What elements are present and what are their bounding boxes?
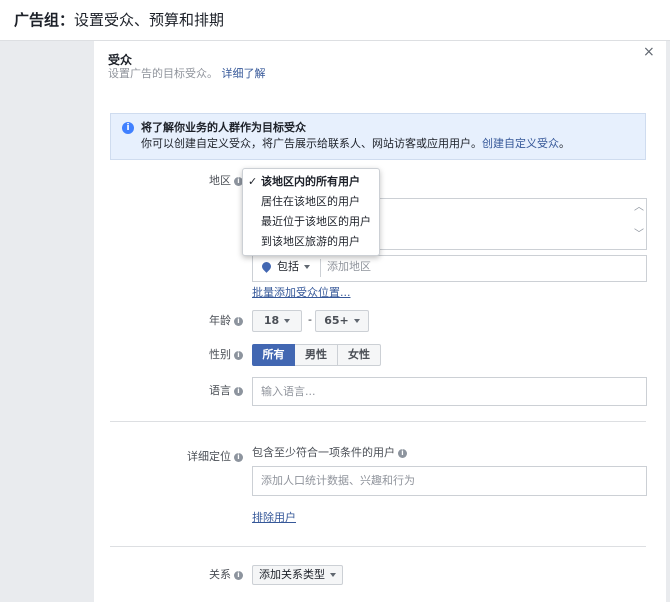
section-title: 受众 (108, 53, 133, 67)
learn-more-link[interactable]: 详细了解 (222, 67, 266, 80)
info-text: 你可以创建自定义受众，将广告展示给联系人、网站访客或应用用户。创建自定义受众。 (141, 137, 570, 150)
help-icon[interactable]: i (234, 570, 243, 580)
location-input-row[interactable] (252, 255, 647, 282)
caret-down-icon (284, 319, 291, 323)
age-label: 年龄 i (209, 314, 243, 328)
info-title: 将了解你业务的人群作为目标受众 (141, 121, 306, 134)
help-icon[interactable]: i (234, 386, 243, 396)
connections-label: 关系 i (209, 568, 243, 582)
detailed-targeting-input[interactable]: 添加人口统计数据、兴趣和行为 (252, 466, 647, 496)
add-location-input[interactable]: 添加地区 (327, 259, 371, 275)
close-icon[interactable]: × (643, 44, 655, 60)
detailed-targeting-hint: 包含至少符合一项条件的用户 i (252, 446, 407, 460)
check-icon: ✓ (248, 175, 258, 188)
gender-label: 性别 i (209, 348, 243, 362)
dropdown-option[interactable]: 最近位于该地区的用户 (261, 215, 371, 229)
dropdown-option[interactable]: 到该地区旅游的用户 (261, 235, 360, 249)
gender-all-button[interactable]: 所有 (252, 344, 295, 366)
dropdown-option[interactable]: 该地区内的所有用户 (261, 175, 360, 189)
section-subtitle: 设置广告的目标受众。 详细了解 (108, 67, 266, 80)
chevron-up-icon[interactable]: ︿ (634, 203, 644, 213)
help-icon[interactable]: i (234, 316, 243, 326)
caret-down-icon (330, 573, 336, 577)
left-gutter (0, 41, 94, 602)
caret-down-icon (304, 265, 310, 269)
section-divider (110, 546, 646, 547)
gender-male-button[interactable]: 男性 (295, 344, 338, 366)
age-range-dash: - (308, 313, 312, 326)
info-icon: i (122, 122, 134, 134)
language-input[interactable]: 输入语言... (252, 377, 647, 406)
gender-female-button[interactable]: 女性 (338, 344, 381, 366)
exclude-people-link[interactable]: 排除用户 (252, 511, 296, 525)
create-custom-audience-link[interactable]: 创建自定义受众 (482, 137, 559, 150)
add-connection-type-button[interactable]: 添加关系类型 (252, 565, 343, 585)
page-header: 广告组：设置受众、预算和排期 (0, 0, 670, 41)
age-max-select[interactable]: 65+ (315, 310, 369, 332)
chevron-down-icon[interactable]: ﹀ (634, 230, 644, 240)
section-divider (110, 421, 646, 422)
page-title: 广告组：设置受众、预算和排期 (14, 11, 225, 29)
divider (320, 259, 321, 277)
help-icon[interactable]: i (234, 350, 243, 360)
help-icon[interactable]: i (398, 448, 407, 458)
age-min-select[interactable]: 18 (252, 310, 302, 332)
help-icon[interactable]: i (234, 452, 243, 462)
right-gutter (666, 41, 670, 602)
language-label: 语言 i (209, 384, 243, 398)
bulk-add-locations-link[interactable]: 批量添加受众位置... (252, 286, 351, 300)
dropdown-option[interactable]: 居住在该地区的用户 (261, 195, 360, 209)
include-dropdown-button[interactable]: 包括 (277, 259, 310, 275)
location-label: 地区 i (209, 174, 243, 188)
caret-down-icon (353, 319, 360, 323)
detailed-targeting-label: 详细定位 i (187, 450, 243, 464)
